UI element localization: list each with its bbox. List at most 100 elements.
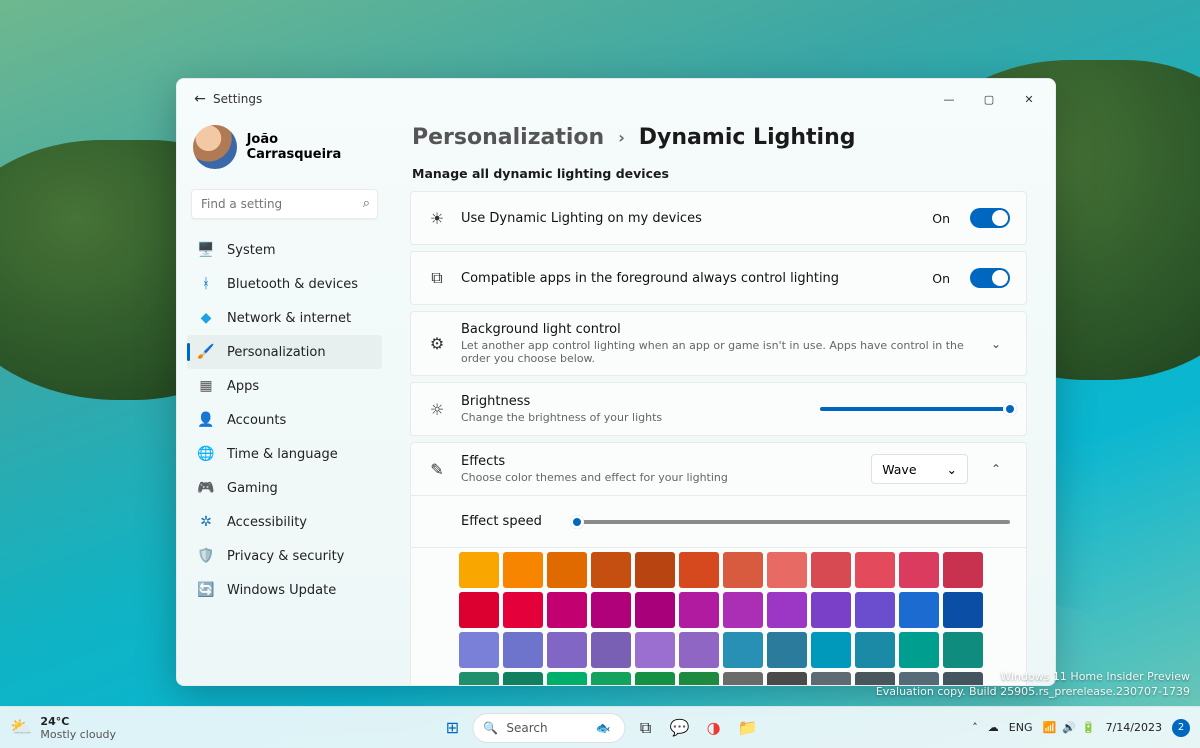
color-swatch[interactable]	[635, 592, 675, 628]
tray-network-sound-battery[interactable]: 📶 🔊 🔋	[1042, 721, 1095, 734]
minimize-button[interactable]: —	[929, 84, 969, 114]
brightness-slider[interactable]	[820, 407, 1010, 411]
search-highlight-icon: 🐟	[596, 721, 611, 735]
color-swatch[interactable]	[503, 632, 543, 668]
color-swatch[interactable]	[899, 632, 939, 668]
color-swatch[interactable]	[547, 672, 587, 685]
color-swatch[interactable]	[855, 632, 895, 668]
color-swatch[interactable]	[635, 552, 675, 588]
effects-dropdown[interactable]: Wave ⌄	[871, 454, 968, 484]
tray-overflow-icon[interactable]: ˄	[972, 721, 978, 734]
notification-badge[interactable]: 2	[1172, 719, 1190, 737]
breadcrumb-parent[interactable]: Personalization	[412, 125, 604, 150]
taskbar-app-explorer[interactable]: 📁	[734, 714, 762, 742]
taskbar-app-vivaldi[interactable]: ◑	[700, 714, 728, 742]
color-swatch[interactable]	[679, 552, 719, 588]
sidebar-item-personalization[interactable]: 🖌️Personalization	[187, 335, 382, 369]
taskbar-app-chat[interactable]: 💬	[666, 714, 694, 742]
gear-icon: ⚙	[427, 334, 447, 353]
sidebar-item-time-language[interactable]: 🌐Time & language	[187, 437, 382, 471]
nav-label: Accounts	[227, 413, 286, 428]
tray-clock[interactable]: 7/14/2023	[1106, 721, 1162, 734]
color-swatch[interactable]	[591, 632, 631, 668]
sidebar-item-network-internet[interactable]: ◆Network & internet	[187, 301, 382, 335]
color-swatch[interactable]	[767, 592, 807, 628]
color-swatch[interactable]	[943, 592, 983, 628]
weather-desc: Mostly cloudy	[40, 728, 116, 741]
color-swatch[interactable]	[723, 592, 763, 628]
color-swatch[interactable]	[635, 672, 675, 685]
sidebar-item-gaming[interactable]: 🎮Gaming	[187, 471, 382, 505]
color-swatch[interactable]	[679, 592, 719, 628]
color-swatch[interactable]	[679, 672, 719, 685]
nav-label: Personalization	[227, 345, 326, 360]
color-swatch[interactable]	[591, 592, 631, 628]
color-swatch[interactable]	[943, 552, 983, 588]
sidebar-item-privacy-security[interactable]: 🛡️Privacy & security	[187, 539, 382, 573]
color-swatch[interactable]	[899, 552, 939, 588]
search-input[interactable]	[191, 189, 378, 219]
onedrive-icon[interactable]: ☁	[988, 721, 999, 734]
color-swatch[interactable]	[723, 672, 763, 685]
sidebar-item-bluetooth-devices[interactable]: ᚼBluetooth & devices	[187, 267, 382, 301]
color-swatch[interactable]	[635, 632, 675, 668]
color-swatch[interactable]	[591, 552, 631, 588]
color-swatch[interactable]	[899, 592, 939, 628]
task-view-button[interactable]: ⧉	[632, 714, 660, 742]
color-swatch[interactable]	[811, 592, 851, 628]
color-swatch[interactable]	[547, 632, 587, 668]
nav-icon: ᚼ	[197, 275, 215, 293]
nav-label: Gaming	[227, 481, 278, 496]
color-swatch[interactable]	[767, 632, 807, 668]
taskbar-weather[interactable]: ⛅ 24°C Mostly cloudy	[10, 715, 116, 741]
color-swatch[interactable]	[811, 552, 851, 588]
user-name: João Carrasqueira	[247, 132, 376, 162]
nav-icon: ▦	[197, 377, 215, 395]
color-swatch[interactable]	[503, 552, 543, 588]
color-swatch[interactable]	[723, 552, 763, 588]
color-swatch[interactable]	[679, 632, 719, 668]
sidebar-item-windows-update[interactable]: 🔄Windows Update	[187, 573, 382, 607]
user-block[interactable]: João Carrasqueira	[187, 119, 382, 183]
color-swatch[interactable]	[503, 592, 543, 628]
color-swatch[interactable]	[855, 592, 895, 628]
color-swatch[interactable]	[811, 632, 851, 668]
color-swatch[interactable]	[767, 672, 807, 685]
sidebar-search[interactable]: ⌕	[191, 189, 378, 219]
color-swatch[interactable]	[723, 632, 763, 668]
color-swatch[interactable]	[547, 592, 587, 628]
color-swatch[interactable]	[811, 672, 851, 685]
color-swatch[interactable]	[943, 632, 983, 668]
sidebar-item-apps[interactable]: ▦Apps	[187, 369, 382, 403]
sidebar-item-accounts[interactable]: 👤 Accounts	[187, 403, 382, 437]
chevron-up-icon[interactable]: ⌃	[982, 462, 1010, 476]
color-swatch[interactable]	[591, 672, 631, 685]
back-button[interactable]: ←	[187, 91, 213, 107]
effects-desc: Choose color themes and effect for your …	[461, 471, 857, 484]
taskbar-search[interactable]: 🔍 Search 🐟	[472, 713, 625, 743]
use-dl-toggle[interactable]	[970, 208, 1010, 228]
color-swatch[interactable]	[459, 552, 499, 588]
compat-toggle[interactable]	[970, 268, 1010, 288]
chevron-down-icon: ⌄	[947, 462, 957, 477]
color-swatch[interactable]	[503, 672, 543, 685]
start-button[interactable]: ⊞	[438, 714, 466, 742]
sidebar-item-accessibility[interactable]: ✲Accessibility	[187, 505, 382, 539]
row-background-light[interactable]: ⚙ Background light control Let another a…	[411, 312, 1026, 375]
color-swatch[interactable]	[547, 552, 587, 588]
tray-language[interactable]: ENG	[1009, 721, 1033, 734]
breadcrumb: Personalization › Dynamic Lighting	[412, 125, 1027, 150]
color-swatch[interactable]	[855, 552, 895, 588]
close-button[interactable]: ✕	[1009, 84, 1049, 114]
chevron-down-icon[interactable]: ⌄	[982, 337, 1010, 351]
color-swatch[interactable]	[767, 552, 807, 588]
color-swatch[interactable]	[459, 592, 499, 628]
color-swatch[interactable]	[459, 632, 499, 668]
maximize-button[interactable]: ▢	[969, 84, 1009, 114]
effect-speed-slider[interactable]	[570, 520, 1010, 524]
color-swatch[interactable]	[459, 672, 499, 685]
sidebar-item-system[interactable]: 🖥️System	[187, 233, 382, 267]
nav-label: System	[227, 243, 275, 258]
nav-icon: 👤	[197, 411, 215, 429]
weather-icon: ⛅	[10, 717, 32, 738]
